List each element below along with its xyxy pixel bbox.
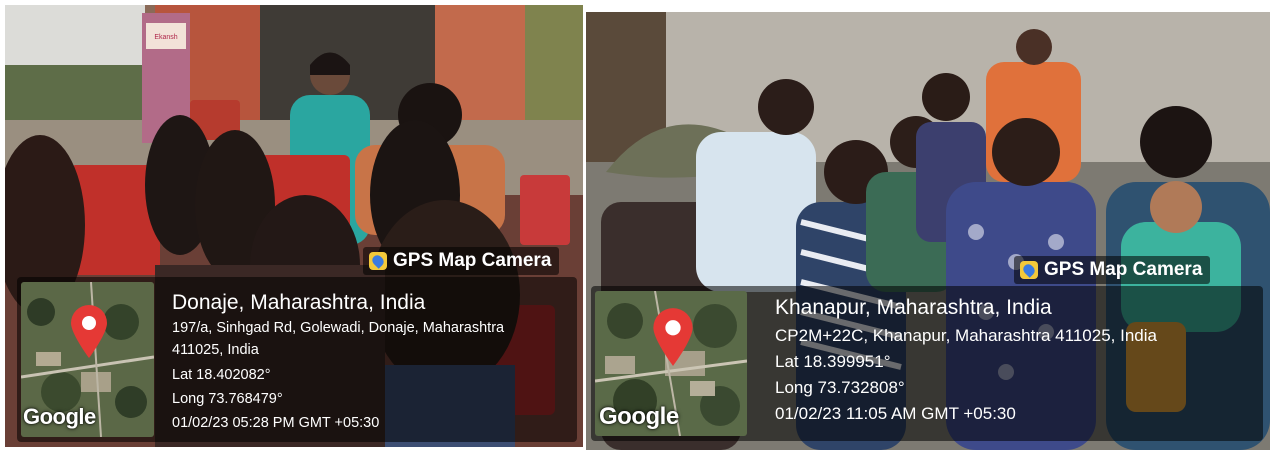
map-pin-icon: [653, 308, 693, 366]
datetime-text: 01/02/23 05:28 PM GMT +05:30: [172, 415, 380, 431]
photo-donaje: Ekansh GPS Map Camera Google Donaje, Mah…: [5, 5, 583, 447]
photo-khanapur: GPS Map Camera Google Khanapur, Maharash…: [586, 12, 1270, 450]
address-line-1: CP2M+22C, Khanapur, Maharashtra 411025, …: [775, 326, 1157, 345]
map-pin-icon: [71, 305, 107, 358]
map-thumbnail: Google: [595, 291, 747, 436]
google-logo: Google: [23, 404, 96, 429]
location-info-panel: Google Donaje, Maharashtra, India 197/a,…: [17, 277, 577, 442]
gps-map-camera-badge: GPS Map Camera: [363, 247, 560, 275]
google-logo: Google: [599, 403, 679, 430]
longitude-text: Long 73.768479°: [172, 391, 283, 407]
latitude-text: Lat 18.399951°: [775, 352, 891, 371]
gps-map-camera-badge: GPS Map Camera: [1014, 256, 1211, 284]
location-title: Donaje, Maharashtra, India: [172, 291, 426, 314]
gps-map-camera-label: GPS Map Camera: [1044, 259, 1203, 280]
gps-map-camera-label: GPS Map Camera: [393, 250, 552, 271]
gps-map-camera-icon: [369, 252, 387, 270]
longitude-text: Long 73.732808°: [775, 378, 905, 397]
banner-logo-text: Ekansh: [154, 34, 177, 41]
gps-map-camera-icon: [1020, 261, 1038, 279]
map-thumbnail: Google: [21, 282, 154, 437]
latitude-text: Lat 18.402082°: [172, 367, 271, 383]
address-line-2: 411025, India: [172, 342, 259, 358]
location-title: Khanapur, Maharashtra, India: [775, 296, 1052, 319]
location-info-panel: Google Khanapur, Maharashtra, India CP2M…: [591, 286, 1263, 441]
datetime-text: 01/02/23 11:05 AM GMT +05:30: [775, 404, 1016, 423]
address-line-1: 197/a, Sinhgad Rd, Golewadi, Donaje, Mah…: [172, 320, 505, 336]
